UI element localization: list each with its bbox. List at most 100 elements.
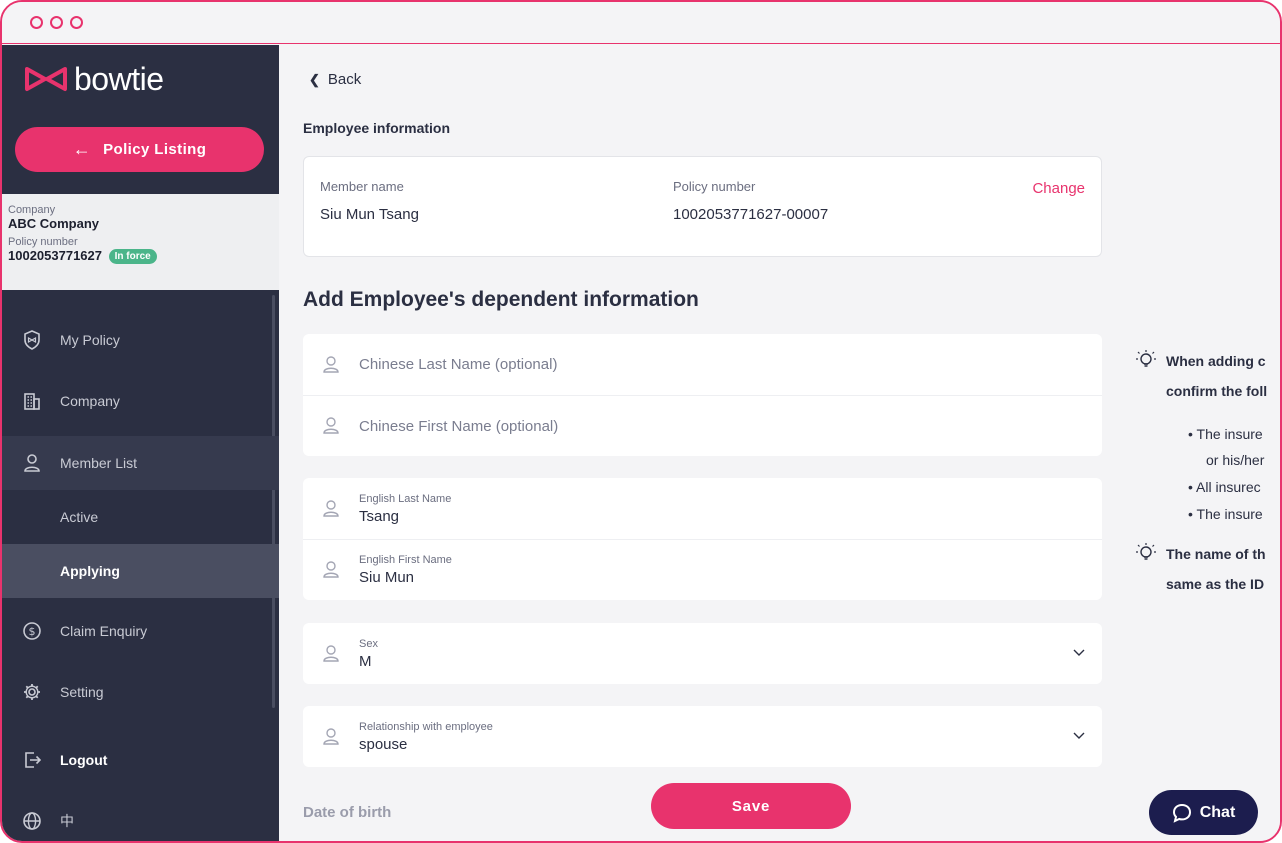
member-name-value: Siu Mun Tsang	[320, 206, 419, 223]
tip-2: The name of th	[1134, 542, 1266, 567]
lightbulb-icon	[1134, 542, 1158, 567]
main-content: ❮ Back Employee information Member name …	[279, 45, 1280, 841]
language-label: 中	[60, 813, 74, 829]
logout-button[interactable]: Logout	[2, 733, 279, 787]
building-icon	[22, 391, 42, 411]
brand-name: bowtie	[74, 60, 164, 97]
chevron-down-icon[interactable]	[1072, 728, 1086, 747]
company-summary: Company ABC Company Policy number 100205…	[2, 194, 279, 290]
employee-info-card: Member name Siu Mun Tsang Policy number …	[303, 156, 1102, 257]
lightbulb-icon	[1134, 349, 1158, 374]
employee-section-title: Employee information	[303, 120, 451, 136]
sidebar-subitem-applying[interactable]: Applying	[2, 544, 279, 598]
window-titlebar	[2, 2, 1280, 44]
tip-bullet-1-cont: or his/her	[1206, 452, 1265, 468]
shield-bowtie-icon	[22, 330, 42, 350]
svg-text:$: $	[29, 625, 36, 638]
sidebar-item-label: Member List	[60, 455, 138, 471]
relationship-value: spouse	[359, 735, 408, 753]
change-link[interactable]: Change	[1032, 180, 1085, 197]
sidebar-item-company[interactable]: Company	[2, 374, 279, 428]
sidebar-item-claim-enquiry[interactable]: $ Claim Enquiry	[2, 604, 279, 658]
sidebar-item-label: Company	[60, 393, 120, 409]
policy-number-label: Policy number	[673, 179, 756, 194]
english-first-name-field[interactable]: English First Name Siu Mun	[303, 539, 1102, 600]
bowtie-logo[interactable]: bowtie	[24, 61, 164, 97]
logout-icon	[22, 750, 42, 770]
dollar-circle-icon: $	[22, 621, 42, 641]
status-badge: In force	[108, 249, 157, 264]
sex-value: M	[359, 652, 372, 670]
sidebar-item-label: Setting	[60, 684, 104, 700]
tip-2-line-2: same as the ID	[1166, 576, 1265, 592]
person-icon	[321, 727, 341, 746]
back-label: Back	[327, 71, 362, 88]
tip-bullet-1: • The insure	[1188, 426, 1263, 442]
policy-number-label: Policy number	[8, 236, 78, 248]
sidebar-item-label: Claim Enquiry	[60, 623, 148, 639]
window-maximize-dot[interactable]	[70, 16, 83, 29]
gear-icon	[22, 682, 42, 702]
english-name-card: English Last Name Tsang English First Na…	[303, 478, 1102, 600]
sidebar-subitem-label: Applying	[60, 563, 120, 579]
app-window: bowtie ← Policy Listing Company ABC Comp…	[0, 0, 1282, 843]
sex-label: Sex	[359, 637, 378, 650]
relationship-select[interactable]: Relationship with employee spouse	[303, 706, 1102, 767]
sidebar-subitem-label: Active	[60, 509, 99, 525]
tip-2-line-1: The name of th	[1166, 546, 1266, 562]
tip-bullet-3: • The insure	[1188, 506, 1263, 522]
sidebar-item-label: My Policy	[60, 332, 120, 348]
sex-select-card: Sex M	[303, 623, 1102, 684]
chat-button[interactable]: Chat	[1149, 790, 1258, 835]
tip-1-line-2: confirm the foll	[1166, 383, 1268, 399]
dependent-section-title: Add Employee's dependent information	[303, 288, 699, 311]
tip-1-line-1: When adding c	[1166, 353, 1266, 369]
logout-label: Logout	[60, 752, 108, 768]
sidebar-subitem-active[interactable]: Active	[2, 490, 279, 544]
policy-listing-button[interactable]: ← Policy Listing	[15, 127, 264, 172]
date-of-birth-label: Date of birth	[303, 804, 392, 821]
english-first-name-value: Siu Mun	[359, 569, 415, 586]
english-last-name-field[interactable]: English Last Name Tsang	[303, 478, 1102, 539]
person-icon	[321, 561, 341, 579]
policy-number-value: 1002053771627	[8, 248, 102, 263]
sex-select[interactable]: Sex M	[303, 623, 1102, 684]
person-icon	[321, 499, 341, 518]
back-link[interactable]: ❮ Back	[309, 71, 361, 88]
chat-bubble-icon	[1172, 803, 1191, 823]
language-switch[interactable]: 中	[2, 794, 279, 841]
bowtie-logo-icon	[25, 67, 67, 91]
company-value: ABC Company	[8, 216, 100, 231]
person-icon	[321, 644, 341, 663]
arrow-left-icon: ←	[72, 139, 92, 159]
sidebar: bowtie ← Policy Listing Company ABC Comp…	[2, 45, 279, 841]
chevron-down-icon[interactable]	[1072, 645, 1086, 664]
member-name-label: Member name	[320, 179, 404, 194]
english-first-name-label: English First Name	[359, 554, 452, 566]
english-last-name-label: English Last Name	[359, 492, 452, 505]
policy-listing-label: Policy Listing	[103, 141, 207, 158]
chinese-name-card: Chinese Last Name (optional) Chinese Fir…	[303, 334, 1102, 456]
window-minimize-dot[interactable]	[50, 16, 63, 29]
sidebar-item-my-policy[interactable]: My Policy	[2, 313, 279, 367]
sidebar-item-member-list[interactable]: Member List	[2, 436, 279, 490]
relationship-label: Relationship with employee	[359, 720, 493, 733]
chinese-last-name-placeholder: Chinese Last Name (optional)	[359, 356, 558, 373]
tips-panel: When adding c confirm the foll • The ins…	[1134, 349, 1280, 609]
chinese-first-name-placeholder: Chinese First Name (optional)	[359, 417, 559, 435]
policy-number-value: 1002053771627-00007	[673, 206, 829, 223]
person-icon	[321, 417, 341, 435]
window-close-dot[interactable]	[30, 16, 43, 29]
company-label: Company	[8, 204, 56, 216]
chinese-first-name-field[interactable]: Chinese First Name (optional)	[303, 395, 1102, 456]
person-icon	[321, 355, 341, 374]
chinese-last-name-field[interactable]: Chinese Last Name (optional)	[303, 334, 1102, 395]
english-last-name-value: Tsang	[359, 507, 400, 525]
person-icon	[22, 453, 42, 473]
sidebar-item-setting[interactable]: Setting	[2, 665, 279, 719]
relationship-select-card: Relationship with employee spouse	[303, 706, 1102, 767]
globe-icon	[22, 811, 42, 831]
save-button[interactable]: Save	[651, 783, 851, 829]
tip-1: When adding c	[1134, 349, 1266, 374]
chat-label: Chat	[1199, 803, 1236, 821]
